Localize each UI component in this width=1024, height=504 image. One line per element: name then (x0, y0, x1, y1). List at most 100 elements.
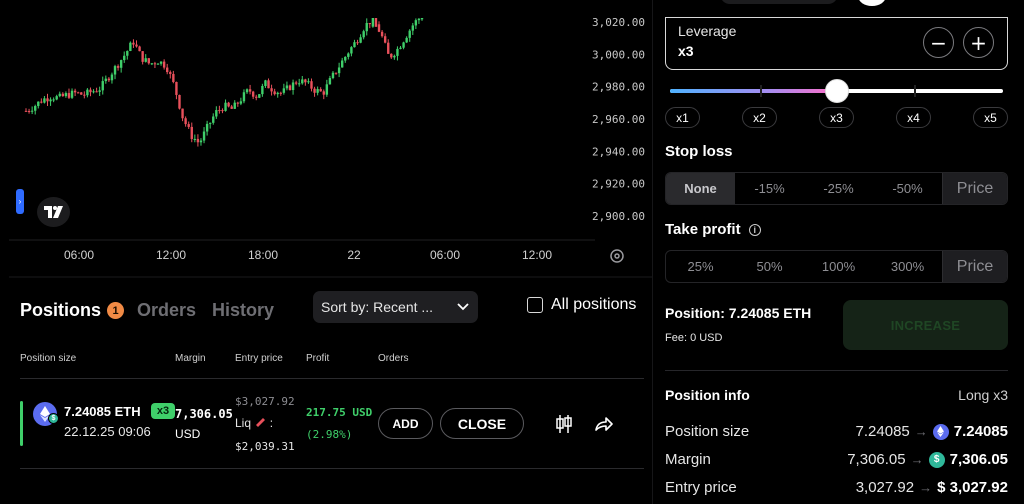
entry-price-value: $3,027.92 (235, 395, 295, 408)
leverage-chip-x3[interactable]: x3 (819, 107, 854, 128)
leverage-decrease-button[interactable]: − (923, 27, 954, 58)
tab-positions[interactable]: Positions (20, 300, 101, 321)
candle-down (190, 126, 193, 139)
all-positions-toggle[interactable]: All positions (527, 296, 636, 314)
candle-down (374, 18, 378, 27)
arrow-right-icon: → (914, 424, 928, 439)
sort-select[interactable]: Sort by: Recent ... (313, 291, 478, 323)
leverage-chip-x4[interactable]: x4 (896, 107, 931, 128)
candle-down (89, 89, 92, 93)
candle-up (393, 55, 396, 58)
panel-divider (665, 370, 1008, 371)
x-tick-label: 22 (347, 248, 361, 262)
liquidation-label: Liq : (235, 416, 273, 430)
chart-side-toggle[interactable]: › (16, 189, 24, 214)
y-axis: 3,020.00 3,000.00 2,980.00 2,960.00 2,940.00… (592, 16, 645, 223)
candle-down (83, 94, 86, 96)
chart-settings-icon[interactable] (607, 246, 627, 266)
info-label: Entry price (665, 479, 737, 496)
row-divider (20, 378, 644, 379)
info-new-value: 7.24085 (953, 423, 1008, 440)
candle-up (113, 66, 117, 75)
candle-up (101, 81, 104, 91)
slider-tick (760, 85, 762, 97)
take-profit-option-50[interactable]: 50% (735, 251, 804, 282)
positions-tabs-row: Positions 1 Orders History Sort by: Rece… (0, 284, 652, 334)
stop-loss-price-input[interactable]: Price (942, 173, 1007, 204)
header-pill[interactable] (720, 0, 838, 4)
candles-chart-icon[interactable] (555, 414, 573, 434)
leverage-chip-x5[interactable]: x5 (973, 107, 1008, 128)
profit-percent: (2.98%) (306, 428, 353, 441)
candle-down (304, 79, 307, 83)
candle-down (73, 90, 77, 93)
candle-down (27, 110, 31, 112)
take-profit-option-25[interactable]: 25% (666, 251, 735, 282)
candle-up (55, 96, 58, 100)
candle-up (233, 102, 236, 109)
candle-up (52, 99, 55, 101)
fee-label: Fee: 0 USD (665, 332, 723, 344)
liq-separator: : (269, 416, 274, 430)
info-icon[interactable]: i (748, 224, 761, 236)
pencil-icon[interactable] (254, 416, 269, 430)
candle-up (282, 88, 286, 93)
x-tick-label: 18:00 (248, 248, 278, 262)
y-tick-label: 2,960.00 (592, 113, 645, 126)
tab-history[interactable]: History (212, 300, 274, 321)
candle-up (344, 56, 347, 61)
liq-text: Liq (235, 416, 252, 430)
info-old-value: 7,306.05 (847, 451, 906, 468)
stop-loss-option-none[interactable]: None (666, 173, 735, 204)
column-header-margin: Margin (175, 353, 206, 364)
candle-down (116, 66, 120, 68)
stop-loss-option-15[interactable]: -15% (735, 173, 804, 204)
panel-divider-vertical (652, 0, 653, 504)
stop-loss-option-25[interactable]: -25% (804, 173, 873, 204)
take-profit-option-100[interactable]: 100% (804, 251, 873, 282)
leverage-value: x3 (678, 43, 694, 59)
candle-down (273, 91, 276, 95)
candle-up (43, 98, 46, 103)
candle-down (294, 82, 298, 84)
candle-down (175, 81, 178, 95)
candle-down (236, 102, 240, 104)
tradingview-logo-icon[interactable] (37, 197, 70, 227)
candle-up (325, 84, 329, 95)
tab-orders[interactable]: Orders (137, 300, 196, 321)
leverage-chip-x2[interactable]: x2 (742, 107, 777, 128)
take-profit-price-input[interactable]: Price (942, 251, 1007, 282)
candle-down (40, 101, 43, 103)
candle-up (30, 110, 34, 112)
take-profit-option-300[interactable]: 300% (873, 251, 942, 282)
candle-up (298, 83, 301, 85)
candle-down (230, 106, 233, 109)
leverage-increase-button[interactable]: + (963, 27, 994, 58)
x-tick-label: 12:00 (156, 248, 186, 262)
info-row-entry-price: Entry price 3,027.92 → $ 3,027.92 (665, 479, 1008, 501)
leverage-slider[interactable] (670, 79, 1003, 103)
avatar[interactable] (858, 0, 886, 6)
candle-down (76, 92, 80, 94)
leverage-slider-thumb[interactable] (824, 79, 849, 103)
stop-loss-option-50[interactable]: -50% (873, 173, 942, 204)
candle-up (353, 42, 356, 48)
info-label: Margin (665, 451, 711, 468)
candle-up (193, 138, 197, 140)
price-chart[interactable]: 3,020.00 3,000.00 2,980.00 2,960.00 2,940.00… (0, 0, 652, 278)
all-positions-checkbox[interactable] (527, 297, 543, 313)
row-divider (20, 468, 644, 469)
all-positions-label: All positions (551, 296, 637, 313)
share-icon[interactable] (593, 414, 613, 434)
add-button[interactable]: ADD (378, 408, 433, 439)
close-button[interactable]: CLOSE (440, 408, 524, 439)
leverage-chip-x1[interactable]: x1 (665, 107, 700, 128)
candle-down (221, 110, 224, 112)
increase-button[interactable]: INCREASE (843, 300, 1008, 350)
margin-currency: USD (175, 427, 201, 441)
column-header-entry: Entry price (235, 353, 283, 364)
leverage-badge: x3 (151, 403, 175, 419)
info-label: Position size (665, 423, 750, 440)
candle-down (162, 61, 166, 68)
candles (24, 18, 424, 147)
